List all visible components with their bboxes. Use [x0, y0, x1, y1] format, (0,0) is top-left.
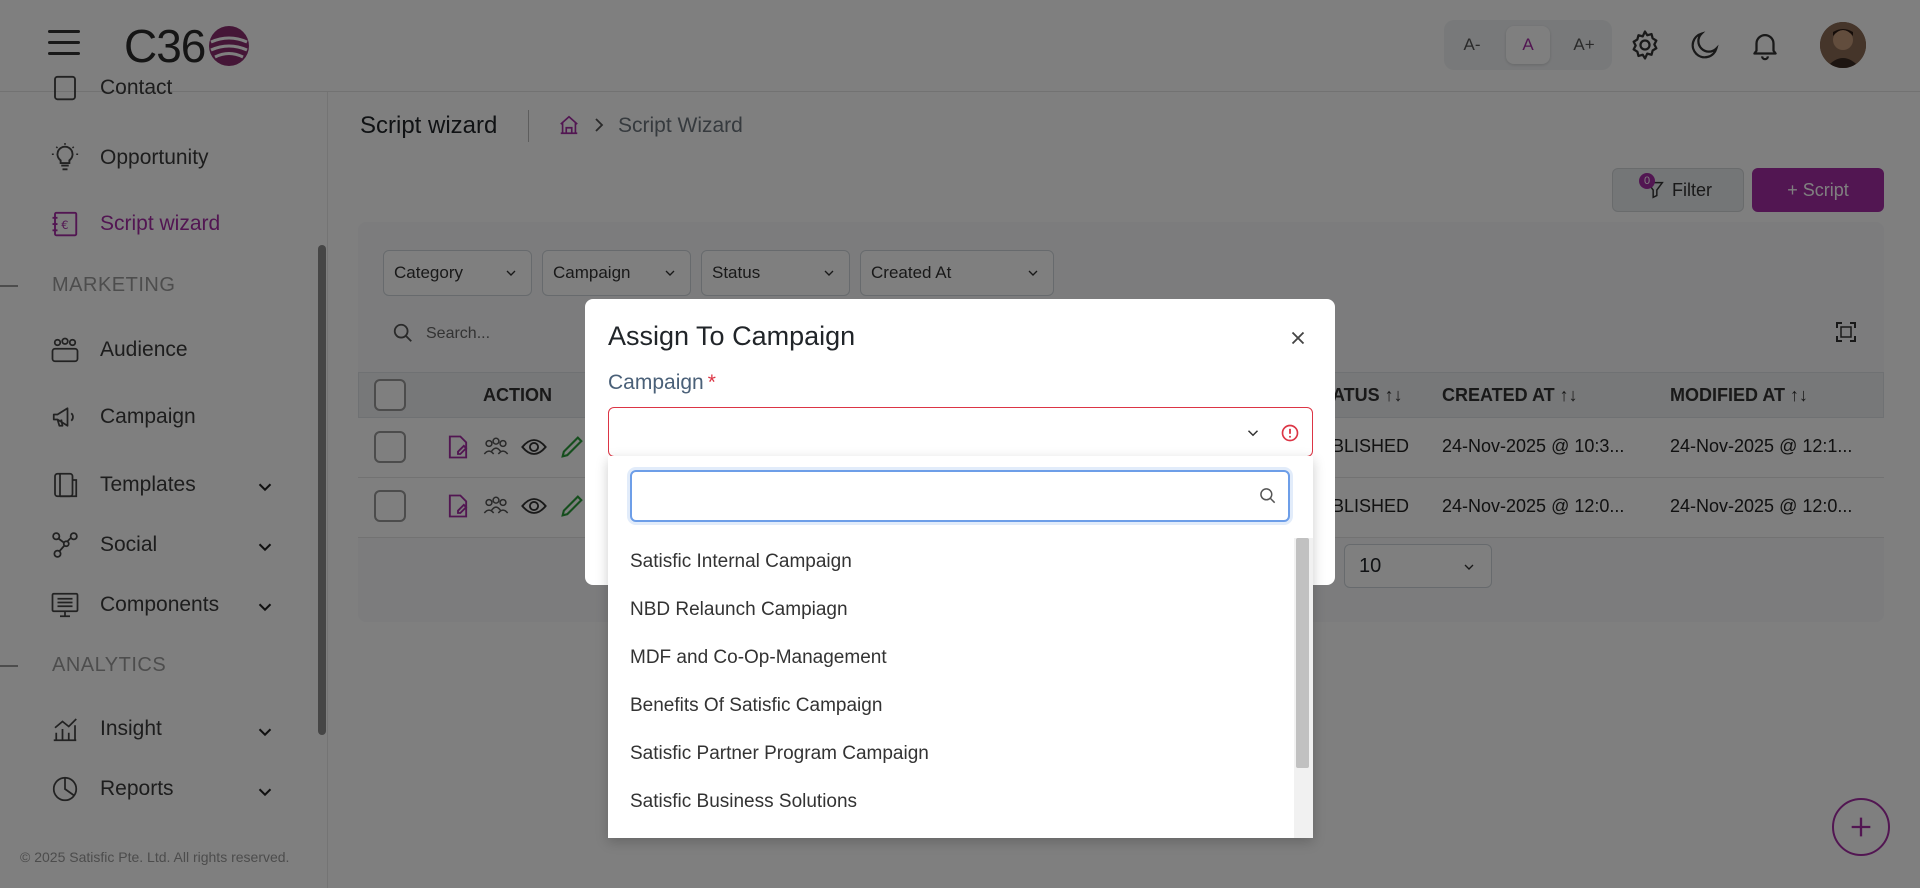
campaign-option[interactable]: Satisfic Partner Program Campaign	[608, 730, 1294, 778]
close-icon[interactable]	[1287, 327, 1309, 349]
campaign-option[interactable]: Satisfic Internal Campaign	[608, 538, 1294, 586]
campaign-option[interactable]: NBD Relaunch Campiagn	[608, 586, 1294, 634]
campaign-dropdown: Satisfic Internal Campaign NBD Relaunch …	[608, 456, 1313, 838]
search-icon	[1260, 488, 1276, 504]
campaign-option[interactable]: Benefits Of Satisfic Campaign	[608, 682, 1294, 730]
campaign-label: Campaign *	[608, 371, 716, 394]
campaign-options-list: Satisfic Internal Campaign NBD Relaunch …	[608, 538, 1294, 826]
modal-title: Assign To Campaign	[608, 321, 856, 351]
dropdown-search-input[interactable]	[632, 472, 1232, 518]
dropdown-scrollbar[interactable]	[1296, 538, 1309, 768]
dropdown-search	[630, 470, 1290, 522]
campaign-option[interactable]: Satisfic Business Solutions	[608, 778, 1294, 826]
campaign-option[interactable]: MDF and Co-Op-Management	[608, 634, 1294, 682]
error-icon	[1281, 424, 1299, 442]
chevron-down-icon	[1247, 430, 1259, 437]
campaign-select[interactable]	[608, 407, 1313, 457]
